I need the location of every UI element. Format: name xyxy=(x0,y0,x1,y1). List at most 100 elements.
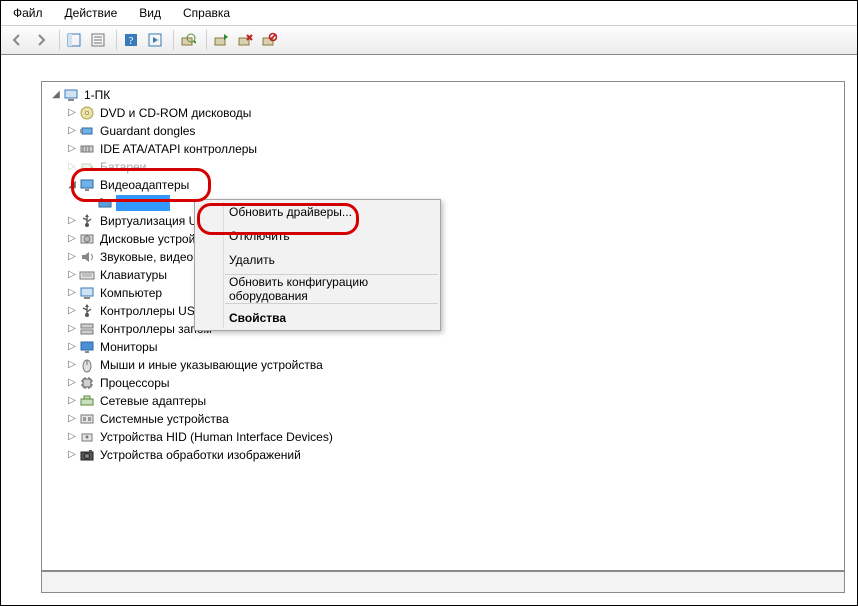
computer-icon xyxy=(63,87,79,103)
tree-item[interactable]: ▷ Компьютер xyxy=(44,284,842,302)
tree-item[interactable]: ▷ Сетевые адаптеры xyxy=(44,392,842,410)
ide-icon xyxy=(79,141,95,157)
expand-icon[interactable]: ▷ xyxy=(66,450,78,460)
forward-button[interactable] xyxy=(31,30,51,50)
tree-item[interactable]: ▷ Контроллеры USB xyxy=(44,302,842,320)
expand-icon[interactable]: ▷ xyxy=(66,306,78,316)
tree-item-label: Контроллеры USB xyxy=(98,303,205,319)
expand-icon[interactable]: ▷ xyxy=(66,216,78,226)
mouse-icon xyxy=(79,357,95,373)
ctx-separator xyxy=(225,303,438,304)
tree-item-label: Процессоры xyxy=(98,375,172,391)
expand-icon[interactable]: ▷ xyxy=(66,432,78,442)
root-label: 1-ПК xyxy=(82,87,112,103)
expand-icon[interactable]: ▷ xyxy=(66,288,78,298)
tree-item[interactable]: ▷ IDE ATA/ATAPI контроллеры xyxy=(44,140,842,158)
tree-item[interactable]: ▷ Батареи xyxy=(44,158,842,176)
tree-item-label: Мыши и иные указывающие устройства xyxy=(98,357,325,373)
uninstall-button[interactable] xyxy=(235,30,255,50)
back-button[interactable] xyxy=(7,30,27,50)
tree-item[interactable]: ▷Контроллеры запом xyxy=(44,320,842,338)
menu-action[interactable]: Действие xyxy=(61,3,122,23)
expand-icon[interactable]: ▷ xyxy=(66,270,78,280)
menubar: Файл Действие Вид Справка xyxy=(1,1,857,26)
dongle-icon xyxy=(79,123,95,139)
collapse-icon[interactable]: ◢ xyxy=(50,90,62,100)
expand-icon[interactable]: ▷ xyxy=(66,108,78,118)
tree-item-selected[interactable] xyxy=(44,194,842,212)
expand-icon[interactable]: ▷ xyxy=(66,414,78,424)
disable-button[interactable] xyxy=(259,30,279,50)
help-button[interactable]: ? xyxy=(121,30,141,50)
tree-item-label: Устройства HID (Human Interface Devices) xyxy=(98,429,335,445)
expand-icon[interactable]: ▷ xyxy=(66,342,78,352)
tree-item-label: Видеоадаптеры xyxy=(98,177,191,193)
list-button[interactable] xyxy=(145,30,165,50)
computer-icon xyxy=(79,285,95,301)
expand-icon[interactable]: ▷ xyxy=(66,144,78,154)
keyboard-icon xyxy=(79,267,95,283)
svg-text:?: ? xyxy=(129,35,134,47)
properties-button[interactable] xyxy=(88,30,108,50)
tree-item-label: Сетевые адаптеры xyxy=(98,393,208,409)
update-driver-button[interactable] xyxy=(211,30,231,50)
display-card-icon xyxy=(97,195,113,211)
usb-icon xyxy=(79,213,95,229)
expand-icon[interactable]: ▷ xyxy=(66,324,78,334)
ctx-properties[interactable]: Свойства xyxy=(195,306,440,330)
statusbar xyxy=(41,571,845,593)
menu-file[interactable]: Файл xyxy=(9,3,47,23)
ctx-disable[interactable]: Отключить xyxy=(195,224,440,248)
tree-root[interactable]: ◢ 1-ПК xyxy=(44,86,842,104)
tree-item[interactable]: ▷Guardant dongles xyxy=(44,122,842,140)
context-menu: Обновить драйверы... Отключить Удалить О… xyxy=(194,199,441,331)
menu-help[interactable]: Справка xyxy=(179,3,234,23)
tree-item-label: Батареи xyxy=(98,159,148,175)
selected-device-label xyxy=(116,195,170,211)
collapse-icon[interactable]: ◢ xyxy=(66,180,78,190)
tree-item-label: IDE ATA/ATAPI контроллеры xyxy=(98,141,259,157)
tree-item[interactable]: ◢ Видеоадаптеры xyxy=(44,176,842,194)
tree-item[interactable]: ▷ Процессоры xyxy=(44,374,842,392)
hid-icon xyxy=(79,429,95,445)
tree-item-label: Компьютер xyxy=(98,285,164,301)
tree-item[interactable]: ▷Виртуализация USB xyxy=(44,212,842,230)
cpu-icon xyxy=(79,375,95,391)
tree-item-label: Системные устройства xyxy=(98,411,231,427)
menu-view[interactable]: Вид xyxy=(135,3,165,23)
tree-panel: ◢ 1-ПК ▷DVD и CD-ROM дисководы▷Guardant … xyxy=(41,81,845,571)
usb-icon xyxy=(79,303,95,319)
expand-icon[interactable]: ▷ xyxy=(66,162,78,172)
disc-icon xyxy=(79,105,95,121)
expand-icon[interactable]: ▷ xyxy=(66,378,78,388)
device-manager-window: Файл Действие Вид Справка ? ◢ 1-ПК ▷DVD … xyxy=(0,0,858,606)
tree-item[interactable]: ▷ Устройства обработки изображений xyxy=(44,446,842,464)
tree-item[interactable]: ▷ Клавиатуры xyxy=(44,266,842,284)
tree-item[interactable]: ▷Дисковые устройств xyxy=(44,230,842,248)
tree-item-label: Мониторы xyxy=(98,339,159,355)
tree-item[interactable]: ▷ Мыши и иные указывающие устройства xyxy=(44,356,842,374)
expand-icon[interactable]: ▷ xyxy=(66,126,78,136)
expand-icon[interactable]: ▷ xyxy=(66,252,78,262)
show-tree-button[interactable] xyxy=(64,30,84,50)
tree-item-label: Клавиатуры xyxy=(98,267,169,283)
tree-item[interactable]: ▷DVD и CD-ROM дисководы xyxy=(44,104,842,122)
battery-icon xyxy=(79,159,95,175)
tree-item-label: Устройства обработки изображений xyxy=(98,447,303,463)
expand-icon[interactable]: ▷ xyxy=(66,234,78,244)
tree-item[interactable]: ▷ Устройства HID (Human Interface Devices… xyxy=(44,428,842,446)
ctx-scan-hardware[interactable]: Обновить конфигурацию оборудования xyxy=(195,277,440,301)
scan-hw-button[interactable] xyxy=(178,30,198,50)
hdd-icon xyxy=(79,231,95,247)
ctx-update-driver[interactable]: Обновить драйверы... xyxy=(195,200,440,224)
tree-item[interactable]: ▷ Системные устройства xyxy=(44,410,842,428)
expand-icon[interactable]: ▷ xyxy=(66,360,78,370)
storage-icon xyxy=(79,321,95,337)
display-icon xyxy=(79,177,95,193)
device-tree[interactable]: ◢ 1-ПК ▷DVD и CD-ROM дисководы▷Guardant … xyxy=(42,82,844,468)
imaging-icon xyxy=(79,447,95,463)
tree-item[interactable]: ▷ Мониторы xyxy=(44,338,842,356)
tree-item[interactable]: ▷Звуковые, видео и и xyxy=(44,248,842,266)
ctx-delete[interactable]: Удалить xyxy=(195,248,440,272)
expand-icon[interactable]: ▷ xyxy=(66,396,78,406)
